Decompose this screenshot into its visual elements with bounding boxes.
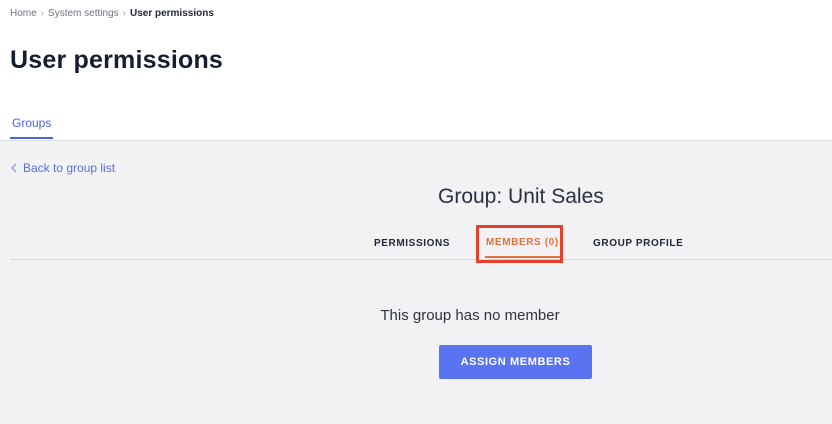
breadcrumb-system-settings[interactable]: System settings — [48, 8, 119, 19]
page-title: User permissions — [10, 46, 224, 74]
breadcrumb-current: User permissions — [129, 8, 214, 19]
breadcrumb-home[interactable]: Home — [10, 8, 37, 19]
group-detail-panel: Back to group list Group: Unit Sales PER… — [0, 141, 832, 424]
back-to-group-list-link[interactable]: Back to group list — [10, 161, 115, 175]
back-link-label: Back to group list — [23, 161, 116, 175]
empty-members-message: This group has no member — [380, 307, 560, 324]
top-tab-bar: Groups — [0, 108, 832, 141]
tab-members[interactable]: MEMBERS (0) — [485, 229, 560, 258]
breadcrumb-separator: › — [122, 8, 126, 19]
breadcrumb-separator: › — [40, 8, 45, 19]
tab-group-profile[interactable]: GROUP PROFILE — [593, 229, 683, 258]
tab-permissions[interactable]: PERMISSIONS — [374, 229, 450, 258]
group-sub-tab-bar: PERMISSIONS MEMBERS (0) GROUP PROFILE — [10, 229, 832, 260]
chevron-left-icon — [11, 163, 17, 173]
group-title: Group: Unit Sales — [438, 185, 604, 208]
tab-groups[interactable]: Groups — [10, 108, 54, 139]
breadcrumb: Home › System settings › User permission… — [10, 8, 214, 19]
assign-members-button[interactable]: ASSIGN MEMBERS — [439, 345, 592, 379]
